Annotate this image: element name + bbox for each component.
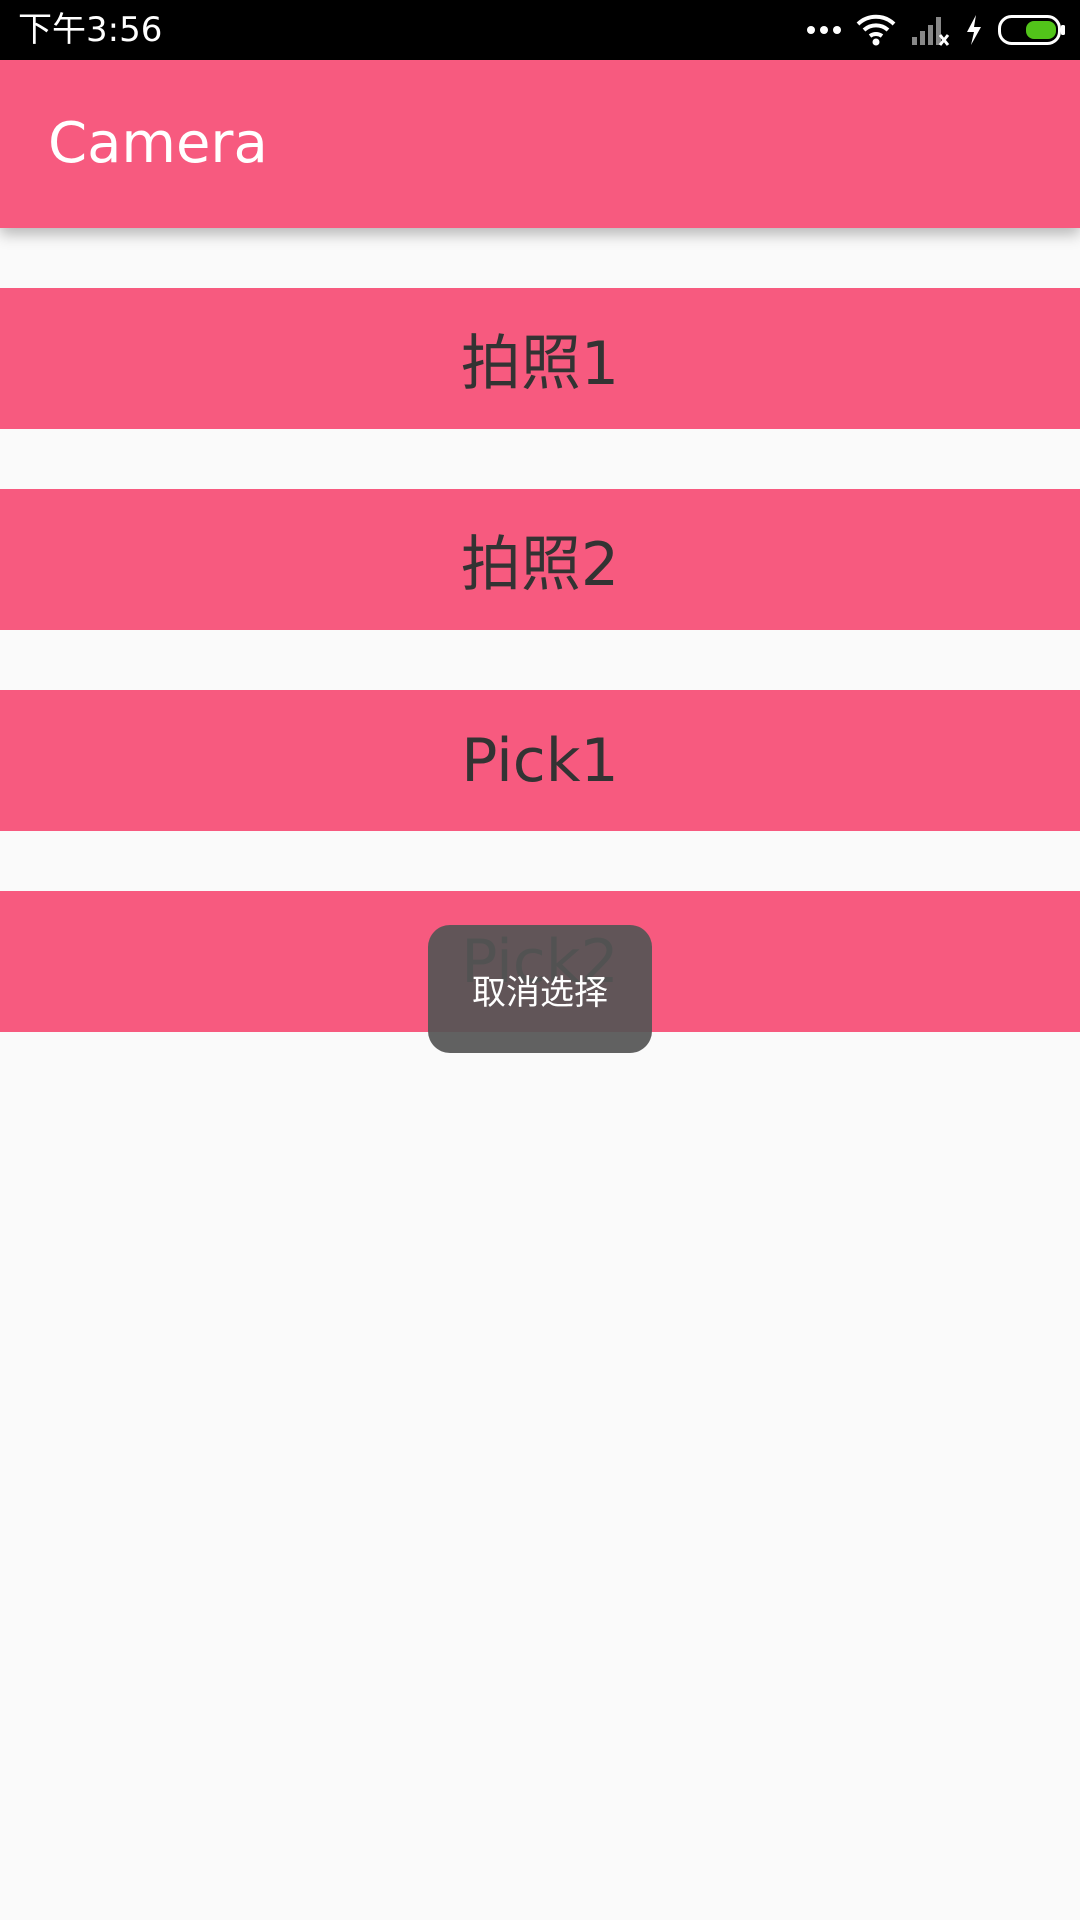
content-area: 拍照1 拍照2 Pick1 Pick2 <box>0 228 1080 1920</box>
wifi-icon <box>856 14 896 46</box>
status-icons <box>806 10 1066 50</box>
app-bar: Camera <box>0 60 1080 228</box>
toast-message: 取消选择 <box>428 925 652 1053</box>
charging-icon <box>964 14 984 46</box>
battery-icon <box>998 15 1066 45</box>
status-time: 下午3:56 <box>18 10 163 50</box>
take-photo-2-button[interactable]: 拍照2 <box>0 489 1080 630</box>
status-bar: 下午3:56 <box>0 0 1080 60</box>
signal-icon <box>910 13 950 47</box>
more-dots-icon <box>806 24 842 36</box>
pick-1-button[interactable]: Pick1 <box>0 690 1080 831</box>
app-title: Camera <box>48 111 268 176</box>
take-photo-1-button[interactable]: 拍照1 <box>0 288 1080 429</box>
